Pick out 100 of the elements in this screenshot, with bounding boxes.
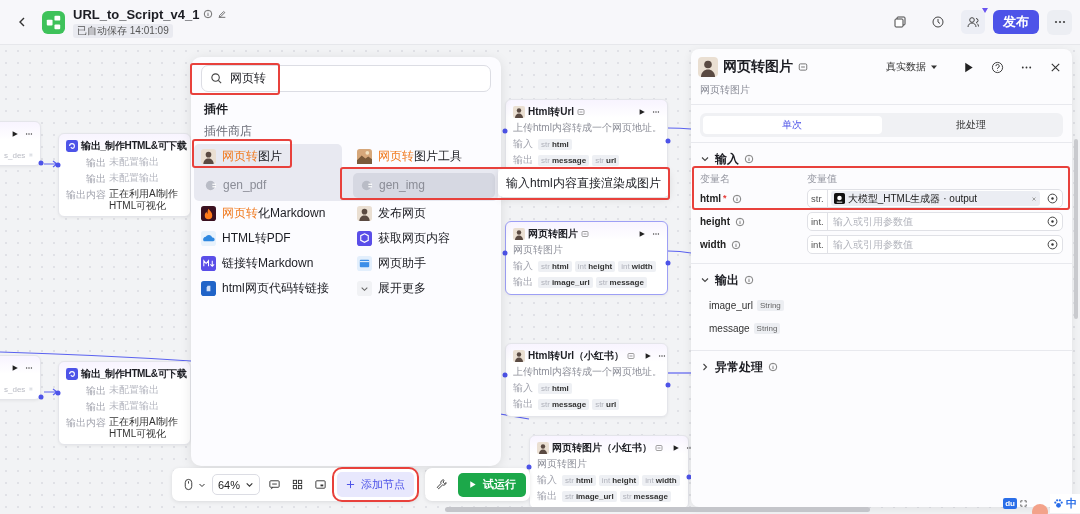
people-icon[interactable] xyxy=(966,15,980,29)
output-node-icon xyxy=(66,368,78,380)
chevron-icon[interactable] xyxy=(700,362,710,372)
ime-mode-button[interactable]: 中 xyxy=(1050,494,1080,513)
plugin-item[interactable]: 链接转Markdown xyxy=(194,251,342,276)
caret-icon[interactable] xyxy=(930,63,938,71)
node-description: 上传html内容转成一个网页地址。 xyxy=(513,365,660,379)
port-dot[interactable] xyxy=(502,250,508,256)
play-icon[interactable] xyxy=(672,444,680,452)
minimap-icon[interactable] xyxy=(314,478,328,491)
port-dot[interactable] xyxy=(38,394,44,400)
grid-icon[interactable] xyxy=(291,478,305,491)
param-value-field[interactable]: int. 输入或引用参数值 xyxy=(807,212,1063,231)
port-dot[interactable] xyxy=(665,138,671,144)
paw-icon[interactable] xyxy=(1053,498,1064,509)
edit-icon[interactable] xyxy=(217,9,228,19)
scrollbar[interactable] xyxy=(445,507,870,512)
port-dot[interactable] xyxy=(502,372,508,378)
chevron-icon[interactable] xyxy=(700,154,710,164)
plugin-name: 网页转图片工具 xyxy=(378,148,462,165)
more-icon[interactable] xyxy=(652,108,660,116)
play-icon[interactable] xyxy=(11,130,19,138)
plugin-item[interactable]: 网页转化Markdown xyxy=(194,201,342,226)
play-icon[interactable] xyxy=(11,364,19,372)
wrench-icon[interactable] xyxy=(435,478,449,491)
section-title: 异常处理 xyxy=(715,358,763,376)
workflow-node[interactable]: 输出_制作HTML&可下载 输出 未配置输出 输出 未配置输出 输出内容 正在利用AI制作HTML可视化 xyxy=(58,361,191,445)
param-value-field[interactable]: str. 大模型_HTML生成器 · output xyxy=(807,189,1063,208)
comment-icon[interactable] xyxy=(268,478,282,491)
value-input[interactable]: 输入或引用参数值 xyxy=(827,216,1043,227)
copy-icon[interactable] xyxy=(893,15,907,29)
plugin-item[interactable]: 发布网页 xyxy=(350,201,498,226)
row-value: 正在利用AI制作HTML可视化 xyxy=(109,416,180,439)
more-icon[interactable] xyxy=(652,230,660,238)
plugin-item[interactable]: HTML转PDF xyxy=(194,226,342,251)
port-dot[interactable] xyxy=(686,474,692,480)
workflow-node[interactable]: 输出_制作HTML&可下载 输出 未配置输出 输出 未配置输出 输出内容 正在利用AI制作HTML可视化 xyxy=(58,133,191,217)
scrollbar[interactable] xyxy=(1074,139,1078,319)
zoom-select[interactable]: 64% xyxy=(212,474,261,495)
plus-icon[interactable] xyxy=(346,480,356,489)
avatar-icon xyxy=(357,206,372,221)
mode-tab[interactable]: 单次 xyxy=(703,116,882,134)
plugin-item[interactable]: 网页助手 xyxy=(350,251,498,276)
search-field[interactable]: 网页转 xyxy=(201,65,491,92)
mode-tab[interactable]: 批处理 xyxy=(881,116,1060,134)
row-label: 输入 xyxy=(537,473,557,487)
plugin-item[interactable]: 网页转图片 xyxy=(194,144,342,169)
play-icon[interactable] xyxy=(644,352,653,360)
cloud-icon xyxy=(201,231,216,246)
row-value: 未配置输出 xyxy=(109,156,160,168)
play-icon[interactable] xyxy=(638,230,646,238)
more-icon[interactable] xyxy=(25,364,33,372)
row-value: 未配置输出 xyxy=(109,400,160,412)
port-dot[interactable] xyxy=(38,160,44,166)
mouse-icon[interactable] xyxy=(182,478,195,491)
info-icon[interactable] xyxy=(735,216,745,227)
value-input[interactable]: 输入或引用参数值 xyxy=(827,239,1043,250)
history-icon[interactable] xyxy=(931,15,945,29)
param-value-field[interactable]: int. 输入或引用参数值 xyxy=(807,235,1063,254)
info-icon[interactable] xyxy=(744,154,754,164)
plugin-icon xyxy=(581,230,589,238)
chevron-icon[interactable] xyxy=(700,275,710,285)
store-link[interactable]: 插件商店 xyxy=(204,123,488,139)
info-icon[interactable] xyxy=(203,9,214,19)
expand-icon[interactable] xyxy=(1019,499,1028,508)
play-icon[interactable] xyxy=(962,60,975,74)
port-dot[interactable] xyxy=(526,464,532,470)
port-dot[interactable] xyxy=(55,390,61,396)
app-logo-icon xyxy=(42,10,65,34)
fire-icon xyxy=(201,206,216,221)
more-icon[interactable] xyxy=(25,130,33,138)
field-text: s_des xyxy=(4,150,26,160)
port-dot[interactable] xyxy=(502,128,508,134)
reference-picker-icon[interactable] xyxy=(1047,239,1058,250)
data-mode-dropdown[interactable]: 真实数据 xyxy=(886,60,938,74)
caret-icon[interactable] xyxy=(245,480,255,489)
document-icon xyxy=(201,281,216,296)
plugin-item[interactable]: 展开更多 xyxy=(350,276,498,301)
plugin-item[interactable]: html网页代码转链接 xyxy=(194,276,342,301)
plugin-item[interactable]: 获取网页内容 xyxy=(350,226,498,251)
port-dot[interactable] xyxy=(665,260,671,266)
reference-picker-icon[interactable] xyxy=(1047,216,1058,227)
port-dot[interactable] xyxy=(665,382,671,388)
output-node-icon xyxy=(66,140,78,152)
port-dot[interactable] xyxy=(55,162,61,168)
reference-chip[interactable]: 大模型_HTML生成器 · output xyxy=(830,191,1040,206)
publish-button[interactable]: 发布 xyxy=(993,10,1039,34)
row-label: 输出 xyxy=(513,275,533,289)
info-icon[interactable] xyxy=(731,239,742,250)
info-icon[interactable] xyxy=(731,193,742,204)
reference-picker-icon[interactable] xyxy=(1047,193,1058,204)
ime-logo[interactable]: du xyxy=(1003,498,1017,509)
more-icon[interactable] xyxy=(658,352,667,360)
more-icon[interactable] xyxy=(686,444,694,452)
collaborators-button[interactable] xyxy=(961,10,985,34)
info-icon[interactable] xyxy=(768,362,778,372)
plugin-item[interactable]: 网页转图片工具 xyxy=(350,144,498,169)
play-icon[interactable] xyxy=(638,108,646,116)
help-icon[interactable] xyxy=(991,60,1004,74)
info-icon[interactable] xyxy=(744,275,754,285)
